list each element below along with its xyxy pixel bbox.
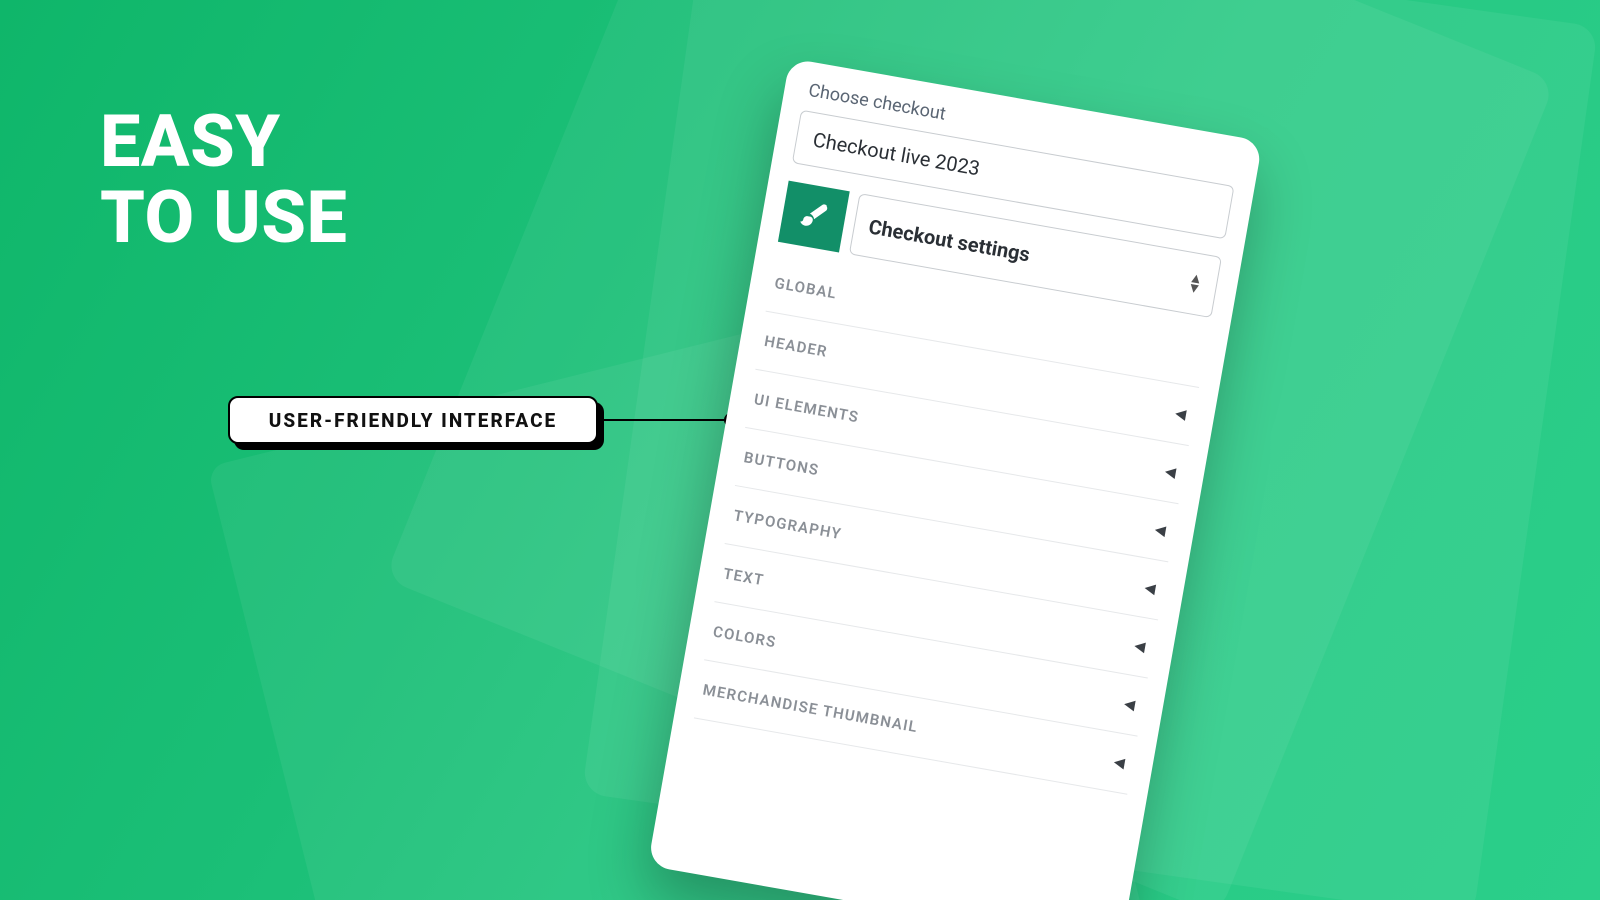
- caret-left-icon: ◀: [1113, 754, 1126, 772]
- sort-icon: ▲▼: [1186, 273, 1203, 295]
- hero-headline: EASY TO USE: [100, 104, 347, 257]
- callout: USER-FRIENDLY INTERFACE: [228, 396, 598, 444]
- callout-pill: USER-FRIENDLY INTERFACE: [228, 396, 598, 444]
- callout-label: USER-FRIENDLY INTERFACE: [269, 409, 557, 432]
- section-label: TEXT: [722, 564, 766, 589]
- caret-left-icon: ◀: [1164, 464, 1177, 482]
- hero-line1: EASY: [100, 104, 347, 180]
- section-label: BUTTONS: [742, 448, 820, 479]
- section-label: TYPOGRAPHY: [732, 506, 843, 543]
- settings-select-label: Checkout settings: [867, 214, 1032, 266]
- caret-left-icon: ◀: [1153, 522, 1166, 540]
- caret-left-icon: ◀: [1143, 580, 1156, 598]
- brush-icon: [796, 197, 831, 236]
- leader-line: [598, 419, 730, 421]
- section-label: COLORS: [712, 623, 778, 652]
- section-label: HEADER: [763, 332, 829, 361]
- section-label: GLOBAL: [773, 274, 838, 303]
- brush-icon-tile[interactable]: [778, 181, 850, 253]
- hero-line2: TO USE: [100, 180, 347, 256]
- promo-stage: EASY TO USE USER-FRIENDLY INTERFACE Choo…: [0, 0, 1600, 900]
- caret-left-icon: ◀: [1174, 405, 1187, 423]
- checkout-select-value: Checkout live 2023: [811, 127, 982, 180]
- caret-left-icon: ◀: [1123, 696, 1136, 714]
- sections-list: GLOBAL HEADER ◀ UI ELEMENTS ◀ BUTTONS ◀ TYPOGRA…: [694, 254, 1209, 795]
- section-label: UI ELEMENTS: [753, 390, 861, 426]
- caret-left-icon: ◀: [1133, 638, 1146, 656]
